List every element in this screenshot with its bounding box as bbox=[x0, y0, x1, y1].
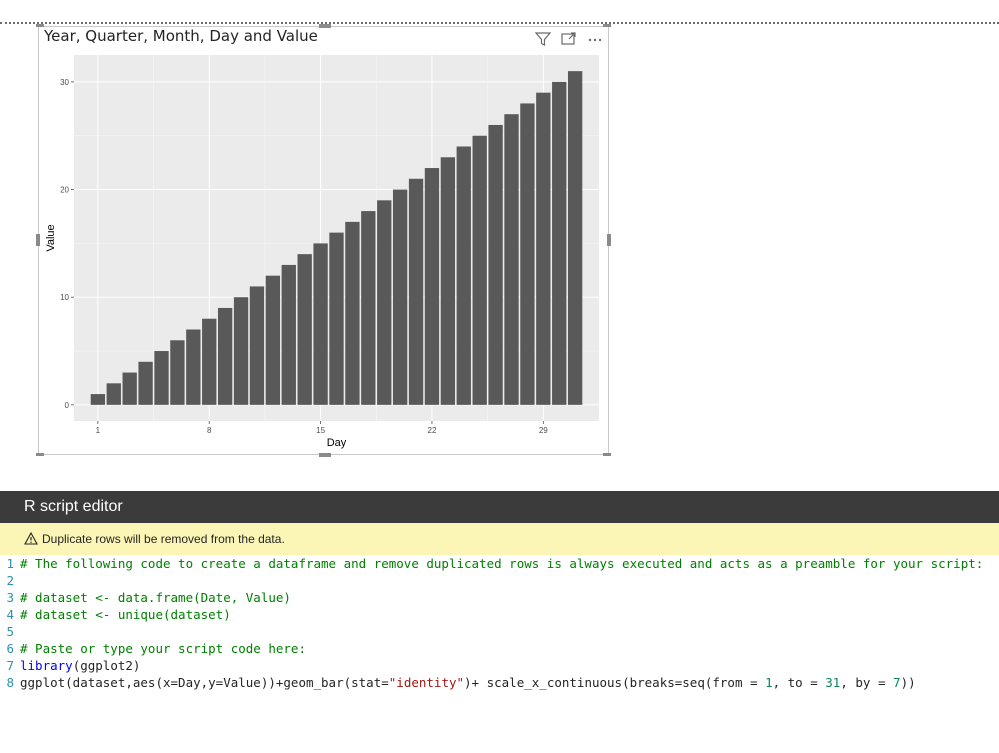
y-tick-label: 30 bbox=[60, 78, 69, 87]
bar bbox=[472, 135, 487, 405]
bar bbox=[233, 297, 249, 405]
bar bbox=[567, 71, 583, 405]
code-line[interactable]: 6 # Paste or type your script code here: bbox=[0, 640, 999, 657]
code-token: , to = bbox=[772, 675, 826, 690]
script-code-area[interactable]: 1 # The following code to create a datafr… bbox=[0, 555, 999, 691]
bar bbox=[297, 254, 312, 405]
line-number: 2 bbox=[6, 573, 14, 588]
bar bbox=[377, 200, 392, 405]
bar bbox=[281, 264, 296, 405]
r-visual-container[interactable]: Year, Quarter, Month, Day and Value 0 10 2… bbox=[36, 24, 611, 457]
code-line[interactable]: 4 # dataset <- unique(dataset) bbox=[0, 606, 999, 623]
line-number: 4 bbox=[6, 607, 14, 622]
resize-handle-bottom-left[interactable] bbox=[36, 453, 44, 456]
x-tick-label: 29 bbox=[539, 426, 548, 435]
code-token: "identity" bbox=[388, 675, 465, 690]
code-line[interactable]: 5 bbox=[0, 623, 999, 640]
code-token: # dataset <- unique(dataset) bbox=[20, 607, 231, 622]
line-number: 8 bbox=[6, 675, 14, 690]
y-axis-label: Value bbox=[45, 224, 57, 251]
code-token: 31 bbox=[825, 675, 841, 690]
bar bbox=[249, 286, 265, 405]
resize-handle-bottom-right[interactable] bbox=[603, 453, 611, 456]
resize-handle-left[interactable] bbox=[36, 234, 40, 246]
bar bbox=[217, 307, 233, 405]
duplicate-rows-warning: Duplicate rows will be removed from the … bbox=[0, 523, 999, 555]
x-tick-label: 8 bbox=[207, 426, 212, 435]
bar bbox=[186, 329, 201, 405]
code-line[interactable]: 7 library (ggplot2) bbox=[0, 657, 999, 674]
code-token: (ggplot2) bbox=[72, 658, 141, 673]
bar bbox=[345, 221, 360, 405]
resize-handle-top-right[interactable] bbox=[603, 24, 611, 27]
line-number: 5 bbox=[6, 624, 14, 639]
bar bbox=[456, 146, 471, 405]
warning-text: Duplicate rows will be removed from the … bbox=[42, 532, 285, 546]
bar bbox=[90, 394, 106, 405]
y-tick-label: 0 bbox=[65, 401, 70, 410]
line-number: 7 bbox=[6, 658, 14, 673]
y-tick-label: 20 bbox=[60, 186, 69, 195]
bar bbox=[202, 318, 217, 405]
bar bbox=[504, 114, 519, 405]
code-token: # The following code to create a datafra… bbox=[20, 556, 984, 571]
line-number: 1 bbox=[6, 556, 14, 571]
code-token: )) bbox=[900, 675, 916, 690]
code-token: # dataset <- data.frame(Date, Value) bbox=[20, 590, 291, 605]
resize-handle-bottom[interactable] bbox=[319, 453, 331, 457]
x-tick-label: 22 bbox=[428, 426, 437, 435]
code-token: 1 bbox=[765, 675, 773, 690]
code-token: 7 bbox=[893, 675, 901, 690]
bar bbox=[329, 232, 344, 405]
code-token: ggplot(dataset,aes(x=Day,y=Value))+geom_… bbox=[20, 675, 389, 690]
resize-handle-right[interactable] bbox=[607, 234, 611, 246]
bar bbox=[313, 243, 328, 405]
resize-handle-top[interactable] bbox=[319, 24, 331, 28]
bar bbox=[408, 178, 424, 405]
x-axis-label: Day bbox=[327, 437, 347, 449]
y-tick-label: 10 bbox=[60, 293, 69, 302]
code-line[interactable]: 2 bbox=[0, 572, 999, 589]
x-tick-label: 15 bbox=[316, 426, 325, 435]
bar bbox=[392, 189, 408, 405]
bar bbox=[154, 351, 169, 405]
x-tick-label: 1 bbox=[96, 426, 101, 435]
bar bbox=[424, 168, 440, 405]
r-script-editor-header: R script editor bbox=[0, 491, 999, 523]
canvas-top-border bbox=[0, 22, 999, 24]
bar bbox=[552, 81, 567, 405]
line-number: 6 bbox=[6, 641, 14, 656]
code-line[interactable]: 1 # The following code to create a datafr… bbox=[0, 555, 999, 572]
bar-chart: 0 10 20 30 1 8 15 22 29 Day Value bbox=[45, 55, 599, 449]
bar bbox=[138, 361, 153, 405]
bar bbox=[536, 92, 551, 405]
code-token: library bbox=[20, 658, 73, 673]
code-token: )+ scale_x_continuous(breaks=seq(from = bbox=[464, 675, 766, 690]
bar bbox=[361, 211, 376, 405]
bar bbox=[265, 275, 281, 405]
resize-handle-top-left[interactable] bbox=[36, 24, 44, 27]
line-number: 3 bbox=[6, 590, 14, 605]
warning-icon bbox=[24, 531, 38, 545]
bar bbox=[488, 124, 503, 405]
bar bbox=[520, 103, 535, 405]
bar bbox=[170, 340, 185, 405]
code-line[interactable]: 8 ggplot(dataset,aes(x=Day,y=Value))+geom… bbox=[0, 674, 999, 691]
code-token: , by = bbox=[840, 675, 894, 690]
bar bbox=[106, 383, 121, 405]
code-line[interactable]: 3 # dataset <- data.frame(Date, Value) bbox=[0, 589, 999, 606]
bar bbox=[122, 372, 137, 405]
code-token: # Paste or type your script code here: bbox=[20, 641, 306, 656]
bar bbox=[440, 157, 456, 405]
